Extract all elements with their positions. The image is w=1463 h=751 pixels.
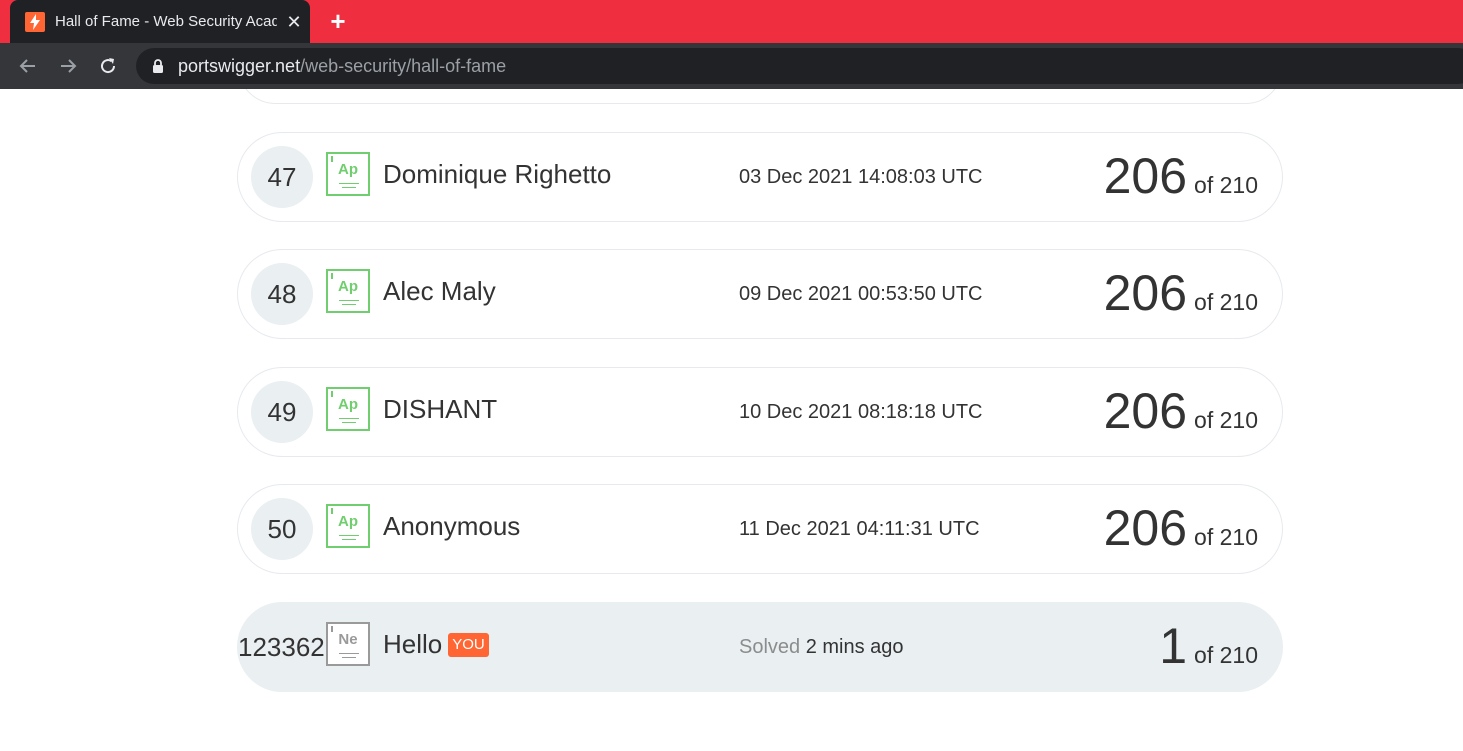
score: 206 of 210 [1104,382,1258,440]
arrow-left-icon [19,59,35,73]
score-value: 1 [1159,618,1188,674]
score: 1 of 210 [1159,617,1258,675]
user-name: Alec Maly [383,276,496,306]
score: 206 of 210 [1104,147,1258,205]
page-content: 47 Ap Dominique Righetto 03 Dec 2021 14:… [0,89,1463,751]
user-name: Hello YOU [383,629,489,660]
browser-tab[interactable]: Hall of Fame - Web Security Academy ✕ [10,0,310,43]
completion-time: 10 Dec 2021 08:18:18 UTC [739,401,983,423]
portswigger-favicon-icon [25,11,45,32]
rank-number: 48 [251,263,313,325]
reload-icon [101,58,116,74]
leaderboard-row: 47 Ap Dominique Righetto 03 Dec 2021 14:… [237,132,1283,222]
score-total: of 210 [1194,407,1258,433]
apprentice-level-icon: Ap [326,504,370,548]
score-value: 206 [1103,265,1188,321]
close-tab-icon[interactable]: ✕ [285,13,303,31]
forward-button[interactable] [55,53,81,79]
leaderboard-row-partial [238,89,1283,104]
completion-time: 03 Dec 2021 14:08:03 UTC [739,166,983,188]
arrow-right-icon [61,59,77,73]
score: 206 of 210 [1104,499,1258,557]
reload-button[interactable] [95,53,121,79]
score-total: of 210 [1194,642,1258,668]
lock-icon [153,59,163,73]
back-button[interactable] [15,53,41,79]
current-user-row: 123362 Ne Hello YOU Solved 2 mins ago 1 … [237,602,1283,692]
user-name: Anonymous [383,511,521,541]
completion-time: 11 Dec 2021 04:11:31 UTC [739,518,980,540]
leaderboard-row: 50 Ap Anonymous 11 Dec 2021 04:11:31 UTC… [237,484,1283,574]
solved-time: Solved 2 mins ago [739,636,904,658]
address-bar[interactable]: portswigger.net/web-security/hall-of-fam… [136,48,1463,84]
browser-toolbar: portswigger.net/web-security/hall-of-fam… [0,43,1463,89]
you-badge: YOU [448,632,489,657]
score-value: 206 [1103,148,1188,204]
rank-number: 50 [251,498,313,560]
new-tab-button[interactable]: + [326,8,350,34]
leaderboard-row: 48 Ap Alec Maly 09 Dec 2021 00:53:50 UTC… [237,249,1283,339]
rank-number: 49 [251,381,313,443]
apprentice-level-icon: Ap [326,269,370,313]
completion-time: 09 Dec 2021 00:53:50 UTC [739,283,983,305]
rank-number: 47 [251,146,313,208]
user-name: DISHANT [383,394,498,424]
score-value: 206 [1103,383,1188,439]
score-total: of 210 [1194,524,1258,550]
score: 206 of 210 [1104,264,1258,322]
tab-strip: Hall of Fame - Web Security Academy ✕ + [0,0,1463,43]
user-name: Dominique Righetto [383,159,612,189]
tab-title: Hall of Fame - Web Security Academy [55,13,277,30]
url-text: portswigger.net/web-security/hall-of-fam… [178,55,507,76]
score-total: of 210 [1194,172,1258,198]
leaderboard-row: 49 Ap DISHANT 10 Dec 2021 08:18:18 UTC 2… [237,367,1283,457]
score-value: 206 [1103,500,1188,556]
apprentice-level-icon: Ap [326,152,370,196]
rank-number: 123362 [238,631,325,662]
score-total: of 210 [1194,289,1258,315]
novice-level-icon: Ne [326,622,370,666]
apprentice-level-icon: Ap [326,387,370,431]
